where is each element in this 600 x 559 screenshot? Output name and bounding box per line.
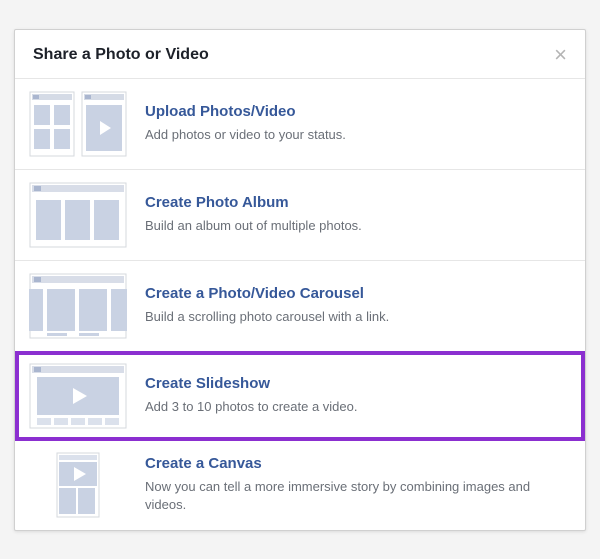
option-title: Create a Canvas xyxy=(145,455,569,472)
option-text: Upload Photos/Video Add photos or video … xyxy=(145,103,569,144)
option-title: Create Slideshow xyxy=(145,375,569,392)
option-desc: Add 3 to 10 photos to create a video. xyxy=(145,398,569,416)
option-title: Create Photo Album xyxy=(145,194,569,211)
dialog-header: Share a Photo or Video × xyxy=(15,30,585,79)
option-desc: Build an album out of multiple photos. xyxy=(145,217,569,235)
thumb-slideshow-icon xyxy=(29,363,127,429)
option-text: Create Slideshow Add 3 to 10 photos to c… xyxy=(145,375,569,416)
dialog-title: Share a Photo or Video xyxy=(33,46,209,64)
option-desc: Build a scrolling photo carousel with a … xyxy=(145,308,569,326)
option-text: Create a Canvas Now you can tell a more … xyxy=(145,455,569,514)
option-create-photo-album[interactable]: Create Photo Album Build an album out of… xyxy=(15,170,585,261)
thumb-album-icon xyxy=(29,182,127,248)
option-create-slideshow[interactable]: Create Slideshow Add 3 to 10 photos to c… xyxy=(15,351,585,441)
share-dialog: Share a Photo or Video × Upload Photos/V… xyxy=(14,29,586,531)
close-icon[interactable]: × xyxy=(554,44,567,66)
thumb-upload-icon xyxy=(29,91,127,157)
thumb-carousel-icon xyxy=(29,273,127,339)
option-upload-photos-video[interactable]: Upload Photos/Video Add photos or video … xyxy=(15,79,585,170)
option-title: Upload Photos/Video xyxy=(145,103,569,120)
option-desc: Add photos or video to your status. xyxy=(145,126,569,144)
option-title: Create a Photo/Video Carousel xyxy=(145,285,569,302)
option-desc: Now you can tell a more immersive story … xyxy=(145,478,569,514)
option-text: Create Photo Album Build an album out of… xyxy=(145,194,569,235)
option-text: Create a Photo/Video Carousel Build a sc… xyxy=(145,285,569,326)
option-create-canvas[interactable]: Create a Canvas Now you can tell a more … xyxy=(15,440,585,530)
option-create-carousel[interactable]: Create a Photo/Video Carousel Build a sc… xyxy=(15,261,585,352)
thumb-canvas-icon xyxy=(29,452,127,518)
